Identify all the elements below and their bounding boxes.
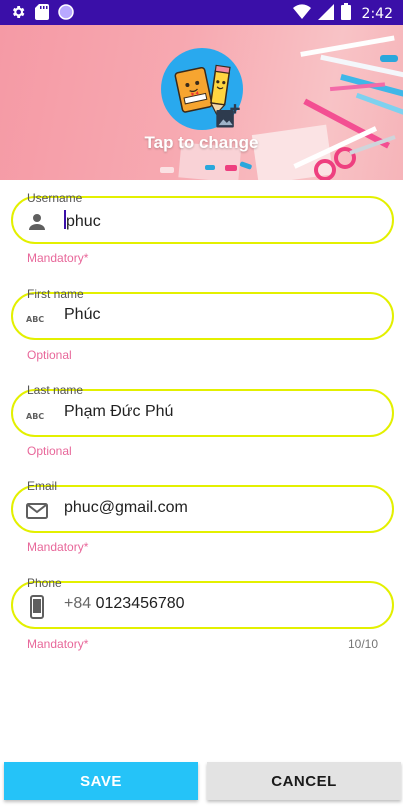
phone-char-counter: 10/10 — [347, 637, 378, 651]
email-field[interactable]: phuc@gmail.com — [11, 485, 394, 533]
first-name-input[interactable]: Phúc — [64, 306, 100, 324]
gear-icon — [10, 4, 26, 25]
sd-card-icon — [35, 4, 49, 25]
status-left-icons — [10, 4, 74, 25]
username-label: Username — [27, 191, 83, 205]
status-time: 2:42 — [361, 6, 393, 22]
last-name-label: Last name — [27, 383, 84, 397]
phone-label: Phone — [27, 576, 62, 590]
add-photo-icon[interactable] — [214, 103, 242, 136]
mail-icon — [25, 499, 49, 523]
phone-input[interactable]: +84 0123456780 — [64, 595, 185, 613]
tap-to-change-label[interactable]: Tap to change — [0, 133, 403, 153]
avatar[interactable] — [161, 48, 243, 130]
battery-icon — [340, 3, 351, 25]
wifi-icon — [292, 3, 311, 25]
last-name-helper: Optional — [27, 444, 72, 458]
phone-helper: Mandatory* — [27, 637, 89, 651]
abc-icon: ABC — [25, 306, 49, 330]
status-bar: 2:42 — [0, 0, 403, 25]
email-label: Email — [27, 479, 58, 493]
profile-header[interactable]: Tap to change — [0, 25, 403, 180]
save-button[interactable]: SAVE — [4, 762, 198, 800]
last-name-input[interactable]: Phạm Đức Phú — [64, 403, 173, 421]
signal-icon — [317, 3, 334, 25]
phone-icon — [25, 595, 49, 619]
email-helper: Mandatory* — [27, 540, 89, 554]
email-input[interactable]: phuc@gmail.com — [64, 499, 188, 517]
first-name-label: First name — [27, 287, 84, 301]
phone-field[interactable]: +84 0123456780 — [11, 581, 394, 629]
svg-text:ABC: ABC — [26, 315, 44, 324]
abc-icon: ABC — [25, 403, 49, 427]
username-input[interactable]: phuc — [64, 210, 101, 231]
country-code-prefix: +84 — [64, 595, 92, 612]
person-icon — [25, 210, 49, 234]
username-helper: Mandatory* — [27, 251, 89, 265]
status-right-icons: 2:42 — [292, 3, 393, 25]
circle-icon — [58, 4, 74, 25]
first-name-helper: Optional — [27, 348, 72, 362]
cancel-button[interactable]: CANCEL — [207, 762, 401, 800]
svg-text:ABC: ABC — [26, 412, 44, 421]
